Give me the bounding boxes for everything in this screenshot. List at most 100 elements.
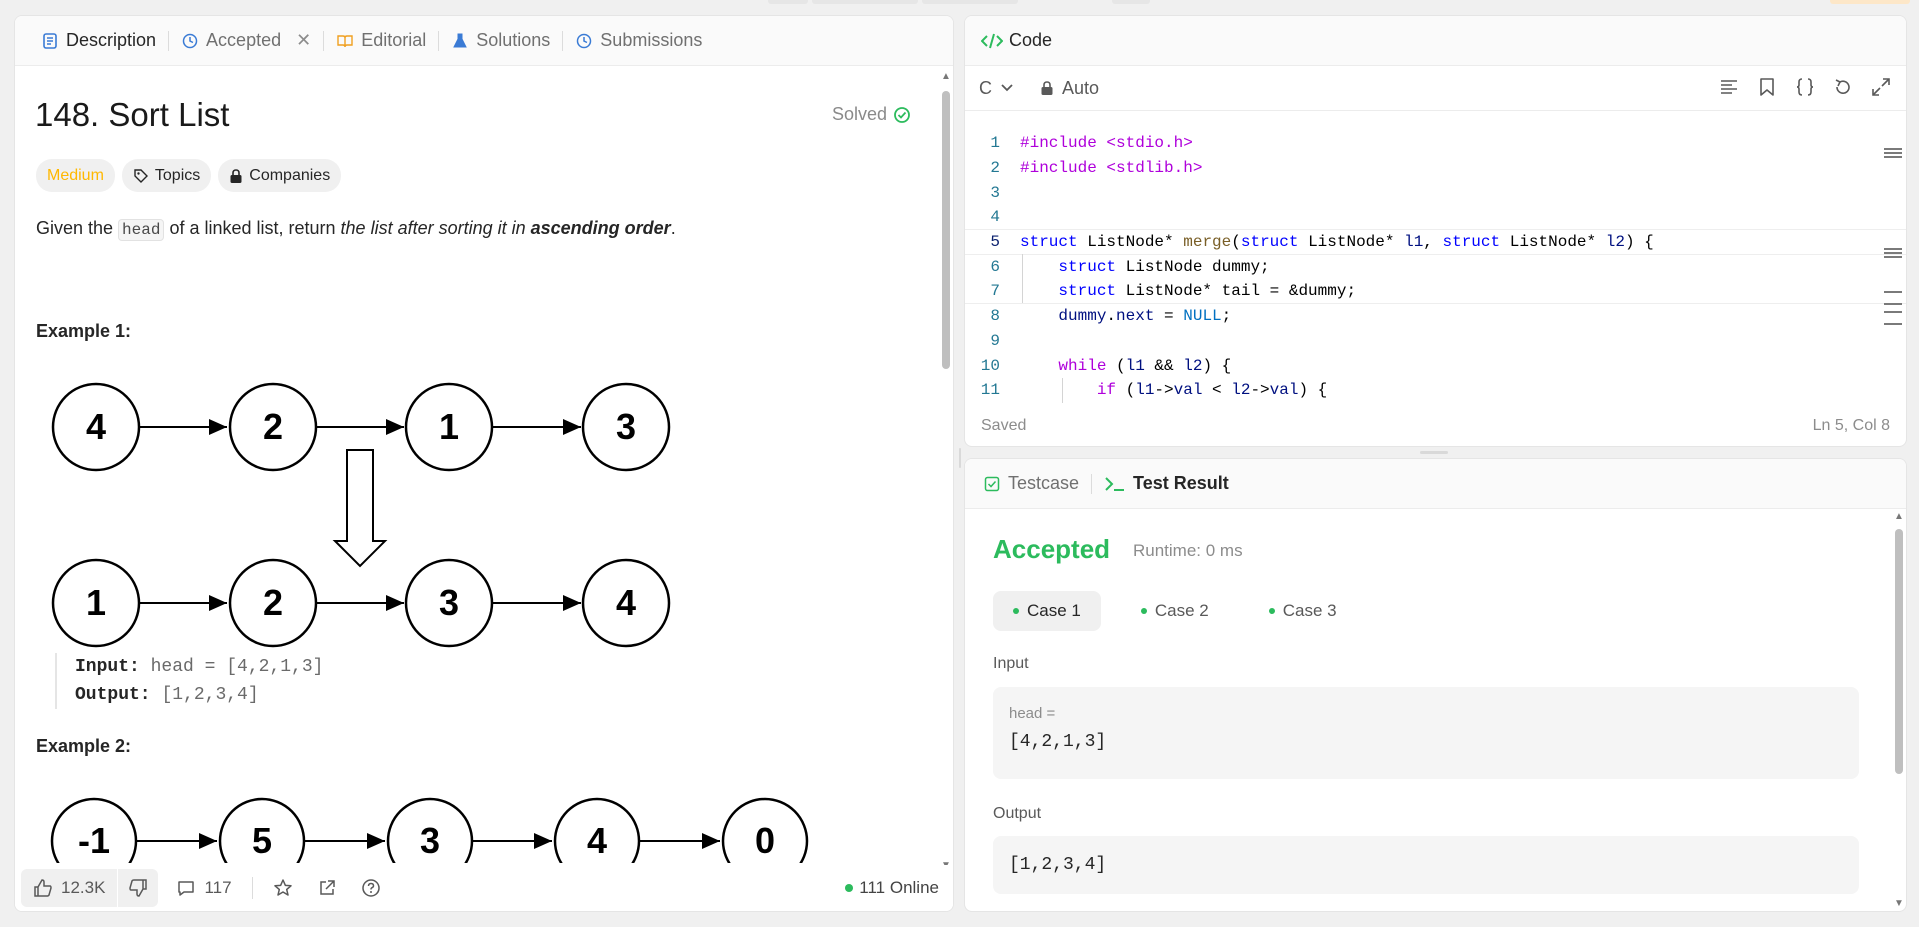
tab-description[interactable]: Description <box>29 16 168 65</box>
tab-label: Solutions <box>476 30 551 50</box>
output-label: Output: <box>75 685 151 705</box>
input-label: Input: <box>75 657 140 677</box>
code-editor[interactable]: 1 #include <stdio.h> 2 #include <stdlib.h>… <box>965 131 1906 403</box>
mode-label: Auto <box>1062 77 1100 98</box>
comment-icon <box>178 881 195 896</box>
code-line: 9 <box>965 329 1906 354</box>
case-tab-2[interactable]: Case 2 <box>1121 591 1229 631</box>
line-number: 11 <box>980 381 1000 400</box>
node-value: 1 <box>439 406 459 447</box>
statement-text: Given the <box>36 218 119 238</box>
scroll-down-icon[interactable]: ▼ <box>1894 898 1904 909</box>
share-icon <box>319 880 335 895</box>
help-button[interactable] <box>349 865 393 911</box>
input-value: [4,2,1,3] <box>1009 732 1107 752</box>
companies-label: Companies <box>249 166 331 184</box>
node-value: 4 <box>86 406 106 447</box>
vertical-resize-handle[interactable] <box>959 448 961 468</box>
code-minimap[interactable] <box>1880 131 1906 361</box>
editor-tools <box>1718 76 1892 98</box>
code-line: 1 #include <stdio.h> <box>965 131 1906 156</box>
tab-label: Testcase <box>1008 473 1080 493</box>
result-scrollbar[interactable]: ▲ ▼ <box>1892 511 1906 909</box>
case-tab-3[interactable]: Case 3 <box>1249 591 1357 631</box>
braces-icon[interactable] <box>1794 76 1816 98</box>
description-scrollbar[interactable]: ▲ ▼ <box>939 71 953 871</box>
code-line: 7 struct ListNode* tail = &dummy; <box>965 279 1906 304</box>
tab-accepted[interactable]: Accepted ✕ <box>169 16 323 65</box>
topics-button[interactable]: Topics <box>121 159 212 192</box>
case-tab-1[interactable]: Case 1 <box>993 591 1101 631</box>
mode-toggle[interactable]: Auto <box>1040 78 1099 99</box>
code-line-current: 5 struct ListNode* merge(struct ListNode*… <box>965 228 1906 256</box>
node-value: 2 <box>263 406 283 447</box>
dislike-button[interactable] <box>118 869 158 907</box>
checkbox-icon <box>984 476 1000 491</box>
tag-row: Medium Topics Companies <box>36 159 342 192</box>
tab-label: Submissions <box>600 30 703 50</box>
history-icon <box>577 33 592 48</box>
case-dot <box>1013 608 1019 614</box>
like-group: 12.3K <box>21 869 159 907</box>
book-icon <box>337 34 353 47</box>
language-select[interactable]: C <box>979 78 1014 99</box>
scroll-up-icon[interactable]: ▲ <box>1894 511 1904 522</box>
comments-button[interactable]: 117 <box>164 865 243 911</box>
scroll-up-icon[interactable]: ▲ <box>941 71 951 82</box>
statement-text: of a linked list, return <box>164 218 341 238</box>
node-value: 5 <box>252 820 272 861</box>
output-value: [1,2,3,4] <box>161 685 259 705</box>
line-number: 9 <box>990 331 1000 350</box>
close-icon[interactable]: ✕ <box>296 30 311 51</box>
case-dot <box>1140 608 1147 614</box>
input-variable: head = <box>1009 705 1056 722</box>
lock-icon <box>230 168 242 183</box>
code-line: 11 if (l1->val < l2->val) { <box>965 377 1906 403</box>
bookmark-icon[interactable] <box>1756 76 1778 98</box>
share-button[interactable] <box>305 865 349 911</box>
tab-editorial[interactable]: Editorial <box>324 16 438 65</box>
check-circle-icon <box>894 106 910 123</box>
tab-test-result[interactable]: Test Result <box>1092 459 1241 508</box>
node-value: 4 <box>587 820 607 861</box>
code-line: 2 #include <stdlib.h> <box>965 156 1906 181</box>
format-icon[interactable] <box>1718 76 1740 98</box>
line-number: 7 <box>990 281 1000 300</box>
tab-submissions[interactable]: Submissions <box>563 16 714 65</box>
reset-icon[interactable] <box>1832 76 1854 98</box>
verdict-label: Accepted <box>993 534 1111 564</box>
tab-solutions[interactable]: Solutions <box>439 16 562 65</box>
topics-label: Topics <box>154 166 201 184</box>
problem-title: 148. Sort List <box>35 96 230 133</box>
code-line: 3 <box>965 180 1906 205</box>
input-value: head = [4,2,1,3] <box>150 657 324 677</box>
example-2-diagram: -1 5 3 4 0 <box>50 797 809 863</box>
expand-icon[interactable] <box>1870 76 1892 98</box>
online-count: 111 Online <box>859 878 939 897</box>
down-arrow-icon <box>332 449 388 568</box>
favorite-button[interactable] <box>261 865 305 911</box>
tab-testcase[interactable]: Testcase <box>971 459 1091 508</box>
scroll-thumb[interactable] <box>1895 529 1903 774</box>
companies-button[interactable]: Companies <box>218 159 342 192</box>
code-toolbar: C Auto <box>965 66 1906 111</box>
statement-bold: ascending order <box>530 218 671 238</box>
description-icon <box>43 32 57 49</box>
output-section-label: Output <box>993 805 1042 822</box>
code-line: 6 struct ListNode dummy; <box>965 254 1906 280</box>
result-panel: Testcase Test Result Accepted Runtime: 0… <box>964 458 1907 912</box>
line-number: 2 <box>990 159 1000 178</box>
like-button[interactable]: 12.3K <box>21 869 117 907</box>
panel-resize-handle[interactable] <box>1420 451 1448 454</box>
question-icon <box>361 879 380 897</box>
left-tabbar: Description Accepted ✕ Editorial Solutio… <box>15 16 953 66</box>
input-box: head = [4,2,1,3] <box>993 687 1859 779</box>
like-count: 12.3K <box>61 878 106 897</box>
scroll-thumb[interactable] <box>942 91 950 369</box>
case-dot <box>1268 608 1275 614</box>
case-label: Case 2 <box>1154 601 1209 620</box>
node-value: 0 <box>755 820 775 861</box>
code-line: 10 while (l1 && l2) { <box>965 353 1906 378</box>
difficulty-badge: Medium <box>36 159 115 192</box>
result-tabbar: Testcase Test Result <box>965 459 1906 509</box>
